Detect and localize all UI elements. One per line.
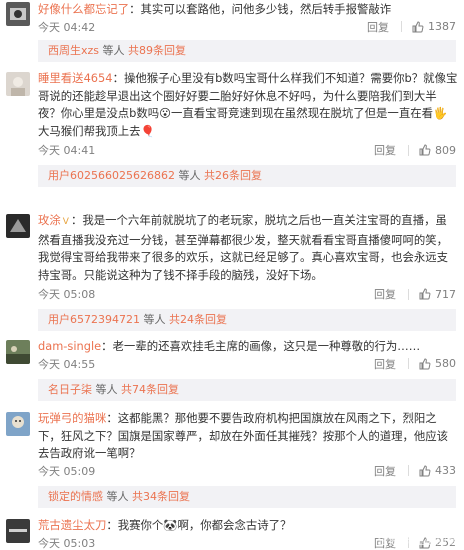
comment-time: 今天 05:09	[38, 464, 96, 478]
comment-text: 好像什么都忘记了：其实可以套路他，问他多少钱，然后转手报警敲诈	[38, 0, 458, 19]
like-count: 433	[435, 464, 456, 478]
comment-item: 玩弹弓的猫咪：这都能黑？那他要不要告政府机构把国旗放在风雨之下，烈阳之下，狂风之…	[0, 408, 464, 508]
reply-count[interactable]: 共34条回复	[132, 490, 190, 503]
reply-users-suffix: 等人	[103, 489, 132, 503]
comment-username[interactable]: 好像什么都忘记了	[38, 2, 129, 16]
comment-content: ：老一辈的还喜欢挂毛主席的画像，这只是一种尊敬的行为……	[101, 339, 421, 353]
like-button[interactable]: 1387	[412, 20, 456, 33]
watermark-text: 企鹅号 皇爵阿赛	[377, 534, 459, 547]
comment-item: 玫涂 V ：我是一个六年前就脱坑了的老玩家，脱坑之后也一直关注宝哥的直播，虽然看直播…	[0, 210, 464, 332]
like-count: 717	[435, 287, 456, 301]
avatar[interactable]	[6, 412, 30, 436]
comment-text: dam-single：老一辈的还喜欢挂毛主席的画像，这只是一种尊敬的行为……	[38, 336, 458, 356]
comment-content: ：其实可以套路他，问他多少钱，然后转手报警敲诈	[129, 2, 392, 16]
avatar[interactable]	[6, 340, 30, 364]
comment-username[interactable]: 荒古遗尘太刀	[38, 518, 106, 532]
thumbs-up-icon	[412, 21, 424, 33]
comment-text: 玫涂 V ：我是一个六年前就脱坑了的老玩家，脱坑之后也一直关注宝哥的直播，虽然看直播…	[38, 210, 458, 284]
comment-time: 今天 05:08	[38, 288, 96, 302]
comment-time: 今天 04:42	[38, 20, 96, 34]
comment-time: 今天 05:03	[38, 536, 96, 550]
reply-summary[interactable]: 西周生xzs 等人 共89条回复	[38, 39, 456, 62]
comment-username[interactable]: 玫涂	[38, 213, 61, 227]
comment-time: 今天 04:41	[38, 144, 96, 158]
watermark: 企鹅号 皇爵阿赛	[378, 532, 459, 548]
reply-username[interactable]: 用户6572394721	[48, 313, 140, 326]
divider	[408, 288, 409, 300]
comment-content: ：我是一个六年前就脱坑了的老玩家，脱坑之后也一直关注宝哥的直播，虽然看直播我没充…	[38, 213, 449, 282]
thumbs-up-icon	[419, 288, 431, 300]
comment-username[interactable]: dam-single	[38, 339, 101, 353]
like-count: 1387	[428, 20, 456, 34]
reply-users-suffix: 等人	[140, 313, 169, 327]
reply-button[interactable]: 回复	[374, 356, 396, 372]
reply-users-suffix: 等人	[99, 43, 129, 57]
like-button[interactable]: 717	[419, 288, 456, 301]
divider	[401, 21, 402, 33]
divider	[408, 465, 409, 477]
like-button[interactable]: 809	[419, 144, 456, 157]
comment-meta: 今天 05:09 回复 433	[38, 463, 456, 480]
reply-button[interactable]: 回复	[374, 142, 396, 158]
reply-summary[interactable]: 名日子柒 等人 共74条回复	[38, 378, 456, 401]
comment-item: 睡里看送4654：操他猴子心里没有b数吗宝哥什么样我们不知道？需要你b？就像宝哥…	[0, 68, 464, 204]
reply-username[interactable]: 西周生xzs	[48, 44, 99, 57]
avatar[interactable]	[6, 519, 30, 543]
comment-item: dam-single：老一辈的还喜欢挂毛主席的画像，这只是一种尊敬的行为…… 今…	[0, 336, 464, 401]
reply-count[interactable]: 共24条回复	[169, 313, 227, 326]
reply-count[interactable]: 共89条回复	[128, 44, 186, 57]
avatar[interactable]	[6, 2, 30, 26]
like-count: 580	[435, 357, 456, 371]
divider	[408, 358, 409, 370]
comment-meta: 今天 04:55 回复 580	[38, 356, 456, 373]
comment-username[interactable]: 睡里看送4654	[38, 71, 113, 85]
comment-time: 今天 04:55	[38, 357, 96, 371]
thumbs-up-icon	[419, 358, 431, 370]
comment-text: 玩弹弓的猫咪：这都能黑？那他要不要告政府机构把国旗放在风雨之下，烈阳之下，狂风之…	[38, 408, 458, 463]
vip-badge-icon: V	[62, 217, 69, 227]
comment-username[interactable]: 玩弹弓的猫咪	[38, 411, 106, 425]
reply-count[interactable]: 共74条回复	[121, 383, 179, 396]
reply-button[interactable]: 回复	[374, 463, 396, 479]
comment-content: ：我赛你个🐼啊，你都会念古诗了？	[106, 518, 292, 532]
reply-username[interactable]: 锁定的情感	[48, 490, 103, 503]
like-button[interactable]: 433	[419, 464, 456, 477]
reply-summary[interactable]: 用户6572394721 等人 共24条回复	[38, 309, 456, 332]
reply-count[interactable]: 共26条回复	[204, 169, 262, 182]
like-count: 809	[435, 143, 456, 157]
reply-users-suffix: 等人	[92, 382, 121, 396]
avatar[interactable]	[6, 214, 30, 238]
reply-summary[interactable]: 锁定的情感 等人 共34条回复	[38, 485, 456, 508]
reply-summary[interactable]: 用户6025660256268​62 等人 共26条回复	[38, 165, 456, 188]
reply-button[interactable]: 回复	[374, 286, 396, 302]
thumbs-up-icon	[419, 144, 431, 156]
comment-meta: 今天 04:41 回复 809	[38, 142, 456, 159]
reply-users-suffix: 等人	[174, 169, 204, 183]
reply-username[interactable]: 用户6025660256268​62	[48, 169, 175, 182]
avatar[interactable]	[6, 72, 30, 96]
divider	[408, 144, 409, 156]
comment-meta: 今天 04:42 回复 1387	[38, 19, 456, 36]
thumbs-up-icon	[419, 465, 431, 477]
comment-text: 睡里看送4654：操他猴子心里没有b数吗宝哥什么样我们不知道？需要你b？就像宝哥…	[38, 68, 458, 140]
comment-item: 好像什么都忘记了：其实可以套路他，问他多少钱，然后转手报警敲诈 今天 04:42…	[0, 0, 464, 62]
comment-meta: 今天 05:08 回复 717	[38, 286, 456, 303]
like-button[interactable]: 580	[419, 357, 456, 370]
reply-button[interactable]: 回复	[367, 19, 389, 35]
comment-feed: 好像什么都忘记了：其实可以套路他，问他多少钱，然后转手报警敲诈 今天 04:42…	[0, 0, 464, 550]
reply-username[interactable]: 名日子柒	[48, 383, 92, 396]
